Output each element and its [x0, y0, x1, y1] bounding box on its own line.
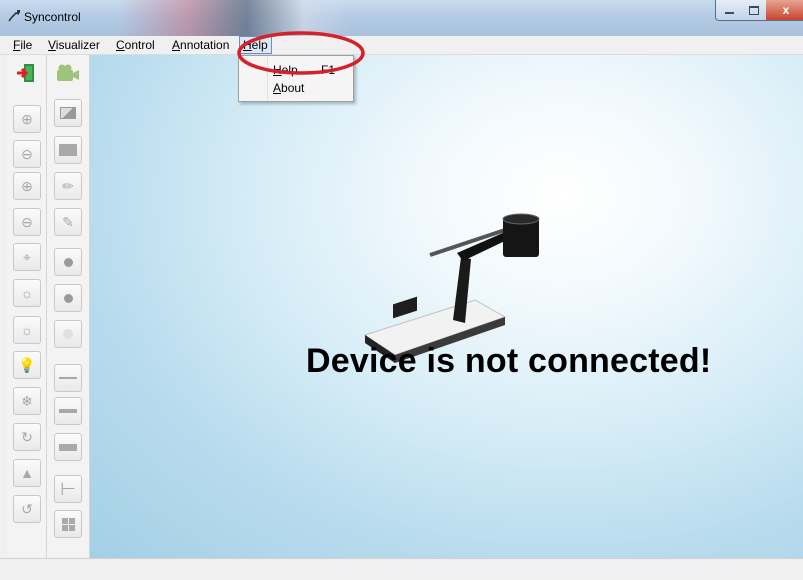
lamp-button[interactable]: 💡 — [13, 351, 41, 379]
line-thin-icon — [59, 377, 77, 379]
dot-large-icon — [63, 329, 73, 339]
video-viewport: Device is not connected! — [90, 55, 803, 558]
zoom-in-icon: ⊕ — [21, 110, 33, 127]
eraser-icon: ✎ — [62, 213, 74, 230]
minimize-button[interactable] — [715, 0, 743, 21]
syncontrol-app-icon — [8, 10, 20, 22]
line-medium-button[interactable] — [54, 397, 82, 425]
camera-button[interactable] — [54, 60, 80, 86]
snapshot-button[interactable] — [54, 99, 82, 127]
help-menu-item-help[interactable]: Help — [273, 63, 298, 77]
menu-bar: File Visualizer Control Annotation Help — [0, 36, 803, 55]
status-bar — [0, 558, 803, 580]
zoom-out-button[interactable]: ⊖ — [13, 140, 41, 168]
left-toolbar-primary: ⊕ ⊖ ⊕ ⊖ ⌖ ☼ ☼ 💡 ❄ ↻ ▲ ↺ — [7, 55, 47, 558]
rotate-view-button[interactable]: ↻ — [13, 423, 41, 451]
freeze-icon: ❄ — [21, 392, 33, 409]
dot-medium-icon — [63, 293, 73, 303]
menu-control[interactable]: Control — [116, 38, 155, 52]
mirror-icon: ▲ — [20, 465, 34, 481]
focus-plus-icon: ⊕ — [21, 177, 33, 194]
camera-icon — [57, 64, 79, 81]
auto-focus-icon: ⌖ — [23, 248, 31, 265]
reset-button[interactable]: ↺ — [13, 495, 41, 523]
brightness-up-icon: ☼ — [20, 285, 34, 301]
menu-icon-gutter-separator — [267, 56, 268, 101]
brightness-down-button[interactable]: ☼ — [13, 316, 41, 344]
grid-icon — [61, 517, 75, 531]
rotate-view-icon: ↻ — [21, 428, 33, 445]
text-tool-button[interactable]: ⊢ — [54, 475, 82, 503]
brightness-up-button[interactable]: ☼ — [13, 279, 41, 307]
close-icon: x — [782, 3, 790, 17]
zoom-in-button[interactable]: ⊕ — [13, 105, 41, 133]
pen-icon: ✏ — [62, 177, 74, 194]
brightness-down-icon: ☼ — [20, 322, 34, 338]
line-thick-icon — [59, 443, 77, 451]
menu-visualizer[interactable]: Visualizer — [48, 38, 100, 52]
freeze-button[interactable]: ❄ — [13, 387, 41, 415]
fit-screen-button[interactable] — [54, 136, 82, 164]
window-title: Syncontrol — [24, 10, 81, 24]
dot-medium-button[interactable] — [54, 284, 82, 312]
reset-icon: ↺ — [21, 500, 33, 517]
line-thin-button[interactable] — [54, 364, 82, 392]
close-button[interactable]: x — [766, 0, 803, 21]
title-bar: Syncontrol x — [0, 0, 803, 36]
menu-help[interactable]: Help — [239, 36, 272, 54]
pen-button[interactable]: ✏ — [54, 172, 82, 200]
fit-screen-icon — [59, 144, 77, 156]
text-tool-icon: ⊢ — [60, 478, 76, 499]
line-medium-icon — [59, 409, 77, 413]
dot-large-button[interactable] — [54, 320, 82, 348]
maximize-button[interactable] — [741, 0, 767, 21]
minimize-icon — [724, 12, 734, 14]
focus-minus-icon: ⊖ — [21, 213, 33, 230]
dot-small-icon — [63, 257, 73, 267]
eraser-button[interactable]: ✎ — [54, 208, 82, 236]
snapshot-icon — [60, 107, 76, 119]
menu-file[interactable]: File — [13, 38, 32, 52]
menu-annotation[interactable]: Annotation — [172, 38, 229, 52]
help-menu-item-about[interactable]: About — [273, 81, 304, 95]
zoom-out-icon: ⊖ — [21, 145, 33, 162]
focus-minus-button[interactable]: ⊖ — [13, 208, 41, 236]
exit-button[interactable] — [13, 60, 39, 86]
line-thick-button[interactable] — [54, 433, 82, 461]
mirror-button[interactable]: ▲ — [13, 459, 41, 487]
lamp-icon: 💡 — [18, 356, 36, 373]
dot-small-button[interactable] — [54, 248, 82, 276]
title-bar-background-blur — [120, 0, 350, 36]
left-toolbar-annotation: ✏ ✎ ⊢ — [47, 55, 90, 558]
auto-focus-button[interactable]: ⌖ — [13, 243, 41, 271]
focus-plus-button[interactable]: ⊕ — [13, 172, 41, 200]
help-menu-dropdown: Help F1 About — [238, 55, 354, 102]
connection-status-message: Device is not connected! — [306, 342, 712, 380]
help-shortcut: F1 — [321, 63, 336, 77]
exit-icon — [17, 64, 34, 82]
maximize-icon — [748, 5, 759, 15]
grid-button[interactable] — [54, 510, 82, 538]
